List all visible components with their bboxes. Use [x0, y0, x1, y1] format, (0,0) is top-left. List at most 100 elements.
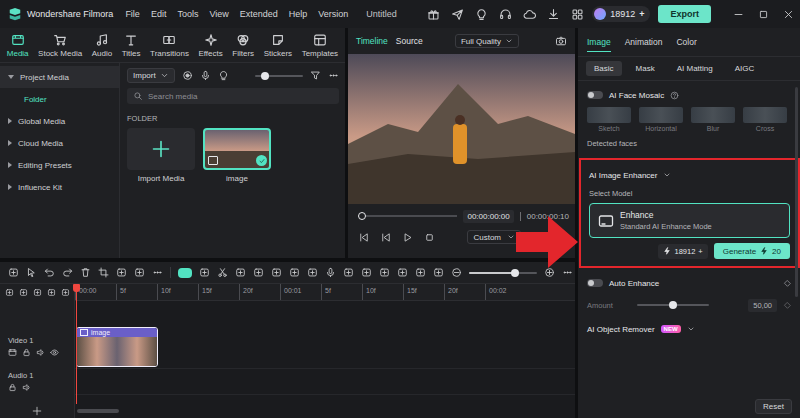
eye-icon[interactable] [50, 348, 59, 357]
stabilize-icon[interactable] [397, 267, 408, 278]
slider-knob[interactable] [261, 72, 269, 80]
slider-knob[interactable] [511, 269, 519, 277]
stock-icon[interactable] [53, 33, 67, 47]
property-subtab[interactable]: Basic [586, 61, 622, 76]
transform-icon[interactable] [116, 267, 127, 278]
property-tab[interactable]: Animation [625, 33, 663, 51]
stickers-icon[interactable] [271, 33, 285, 47]
property-subtab[interactable]: AIGC [727, 61, 763, 76]
quality-dropdown[interactable]: Full Quality [455, 34, 519, 48]
menu-item[interactable]: Extended [240, 9, 278, 19]
export-button[interactable]: Export [658, 5, 711, 23]
account-avatar-icon[interactable] [594, 8, 606, 20]
media-icon[interactable] [8, 348, 17, 357]
ai-tool-icon[interactable] [178, 268, 192, 278]
mosaic-style[interactable]: Sketch [587, 107, 631, 132]
expand-arrow-icon[interactable] [8, 75, 14, 79]
toolbar-tab[interactable]: Effects [198, 33, 222, 58]
magnet-icon[interactable] [33, 288, 42, 297]
select-icon[interactable] [26, 267, 37, 278]
step-back-icon[interactable] [380, 232, 391, 243]
send-icon[interactable] [451, 8, 464, 21]
preview-tab[interactable]: Timeline [356, 36, 388, 46]
preview-tab[interactable]: Source [396, 36, 423, 46]
win-min-icon[interactable] [733, 9, 744, 20]
sidebar-item[interactable]: Project Media [0, 66, 119, 88]
crop-icon[interactable] [98, 267, 109, 278]
trash-icon[interactable] [80, 267, 91, 278]
sync-icon[interactable] [433, 267, 444, 278]
slider-knob[interactable] [669, 301, 677, 309]
color-icon[interactable] [289, 267, 300, 278]
copy-icon[interactable] [235, 267, 246, 278]
timeline-clip[interactable]: image [76, 327, 158, 367]
plus-icon[interactable] [32, 406, 42, 416]
sidebar-item[interactable]: Global Media [0, 110, 119, 132]
reset-button[interactable]: Reset [755, 399, 792, 414]
search-icon[interactable] [133, 91, 143, 101]
more-icon[interactable] [328, 70, 339, 81]
filter-icon[interactable] [310, 70, 321, 81]
mosaic-style[interactable]: Horizontal [639, 107, 683, 132]
link-icon[interactable] [19, 288, 28, 297]
subtitle-icon[interactable] [379, 267, 390, 278]
property-tab[interactable]: Image [587, 33, 611, 52]
mosaic-style[interactable]: Cross [743, 107, 787, 132]
image-thumbnail[interactable] [203, 128, 271, 170]
credits-counter[interactable]: 18912 + [592, 6, 650, 22]
media-icon[interactable] [11, 33, 25, 47]
timeline-zoom-slider[interactable] [469, 268, 537, 278]
titles-icon[interactable] [124, 33, 138, 47]
media-tile[interactable]: image [203, 128, 271, 183]
diamond-icon[interactable] [783, 301, 792, 310]
menu-item[interactable]: Tools [177, 9, 198, 19]
zoom-in-icon[interactable] [544, 267, 555, 278]
cloud-icon[interactable] [523, 8, 536, 21]
win-max-icon[interactable] [758, 9, 769, 20]
minus-icon[interactable] [451, 267, 462, 278]
property-tab[interactable]: Color [676, 33, 696, 51]
mixer-icon[interactable] [343, 267, 354, 278]
toolbar-tab[interactable]: Templates [302, 33, 338, 58]
undo-icon[interactable] [44, 267, 55, 278]
diamond-icon[interactable] [783, 279, 792, 288]
toolbar-tab[interactable]: Titles [122, 33, 141, 58]
amount-value[interactable]: 50,00 [748, 299, 777, 312]
scroll-thumb[interactable] [77, 409, 119, 413]
mic-icon[interactable] [200, 70, 211, 81]
audio-icon[interactable] [95, 33, 109, 47]
property-subtab[interactable]: Mask [628, 61, 663, 76]
headset-icon[interactable] [499, 8, 512, 21]
marker-icon[interactable] [415, 267, 426, 278]
toolbar-tab[interactable]: Filters [232, 33, 254, 58]
auto-enhance-toggle[interactable] [587, 279, 603, 287]
chev-icon[interactable] [663, 171, 671, 179]
add-credits-button[interactable]: + [639, 9, 644, 19]
expand-arrow-icon[interactable] [8, 118, 12, 124]
mosaic-style[interactable]: Blur [691, 107, 735, 132]
horizontal-scrollbar[interactable] [75, 404, 575, 418]
lock-icon[interactable] [22, 348, 31, 357]
model-card[interactable]: Enhance Standard AI Enhance Mode [589, 203, 790, 238]
sidebar-item[interactable]: Cloud Media [0, 132, 119, 154]
bulb-icon[interactable] [475, 8, 488, 21]
filters-icon[interactable] [236, 33, 250, 47]
transitions-icon[interactable] [162, 33, 176, 47]
plus-icon[interactable] [151, 139, 171, 159]
sidebar-item[interactable]: Editing Presets [0, 154, 119, 176]
toolbar-tab[interactable]: Transitions [150, 33, 189, 58]
expand-arrow-icon[interactable] [8, 162, 12, 168]
question-icon[interactable] [670, 91, 679, 100]
mic-icon[interactable] [325, 267, 336, 278]
stop-icon[interactable] [424, 232, 435, 243]
lock-icon[interactable] [8, 383, 17, 392]
toolbar-tab[interactable]: Stock Media [38, 33, 82, 58]
menu-item[interactable]: Version [318, 9, 348, 19]
sidebar-item[interactable]: Influence Kit [0, 176, 119, 198]
redo-icon[interactable] [62, 267, 73, 278]
bulb-icon[interactable] [218, 70, 229, 81]
credits-pill[interactable]: 18912 + [658, 244, 707, 259]
media-search-field[interactable]: Search media [127, 88, 339, 104]
thumbnail-size-slider[interactable] [255, 71, 303, 81]
menu-item[interactable]: Help [289, 9, 308, 19]
